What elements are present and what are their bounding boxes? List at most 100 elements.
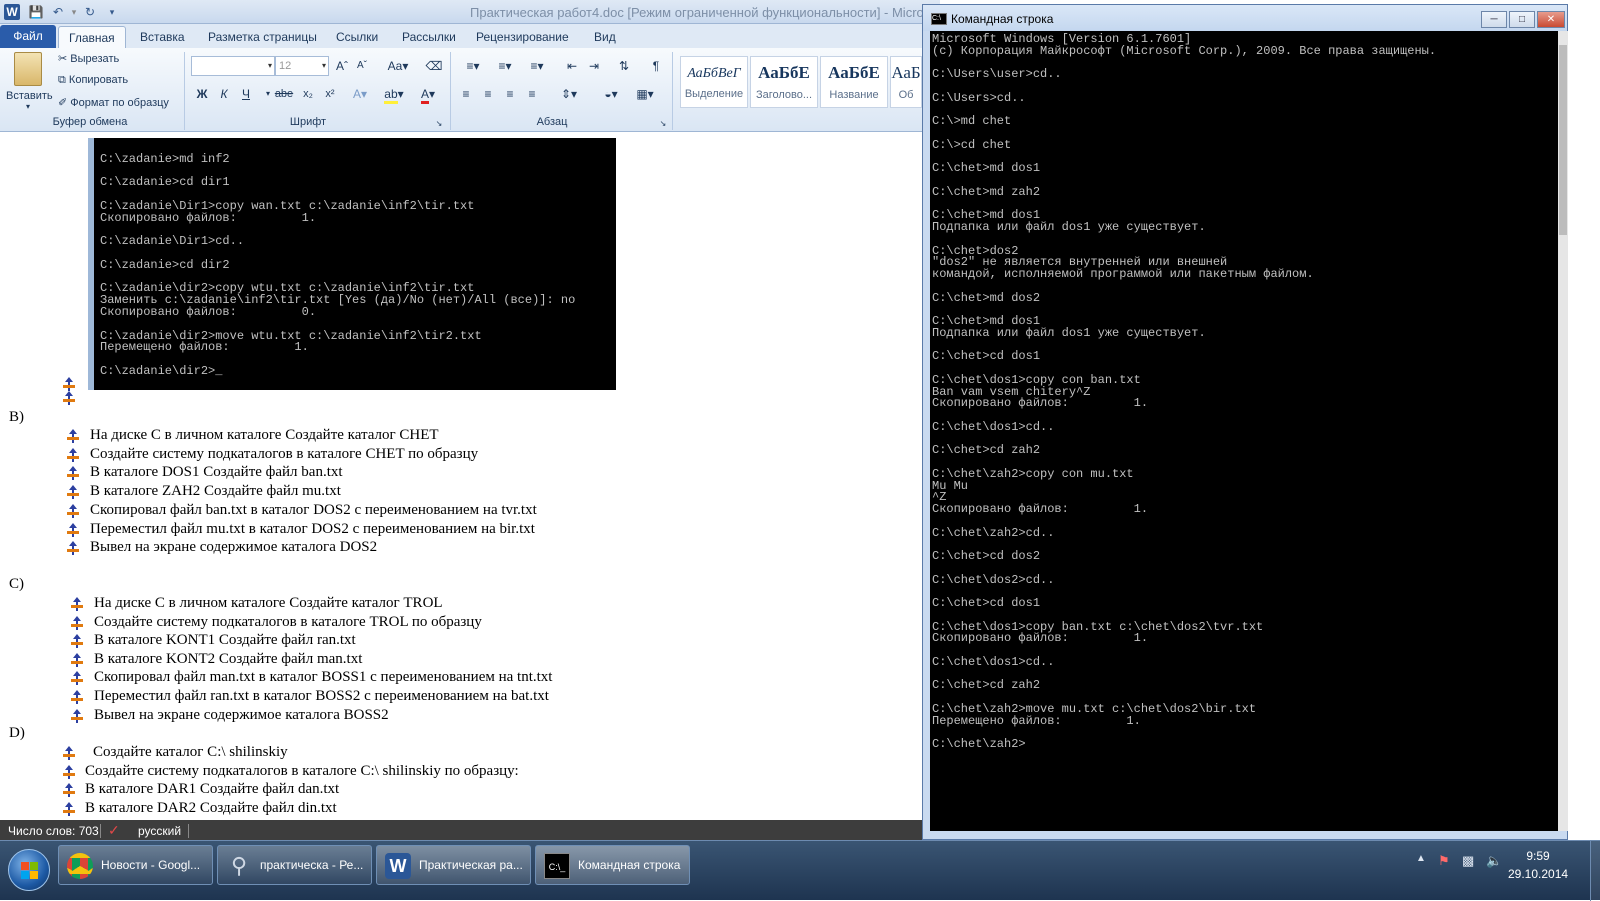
multilevel-list-button[interactable]: ≡▾: [522, 56, 552, 76]
superscript-button[interactable]: x²: [320, 84, 340, 104]
font-name-combo[interactable]: ▾: [191, 56, 275, 76]
tab-review[interactable]: Рецензирование: [466, 26, 579, 48]
style-subtitle[interactable]: АаБ Об: [890, 56, 922, 108]
maximize-button[interactable]: □: [1509, 11, 1535, 28]
group-separator: [450, 52, 451, 130]
copy-button[interactable]: ⧉ Копировать: [58, 74, 128, 87]
show-marks-button[interactable]: ¶: [646, 56, 666, 76]
list-item: В каталоге DOS1 Создайте файл ban.txt: [90, 464, 343, 481]
close-button[interactable]: ✕: [1537, 11, 1565, 28]
paragraph-dialog-launcher-icon[interactable]: ↘: [656, 114, 670, 134]
text-effects-button[interactable]: A▾: [350, 84, 370, 104]
action-center-icon[interactable]: ⚑: [1438, 853, 1450, 869]
italic-button[interactable]: К: [214, 84, 234, 104]
font-color-button[interactable]: A▾: [414, 84, 442, 104]
cmd-console[interactable]: Microsoft Windows [Version 6.1.7601] (c)…: [930, 31, 1558, 831]
group-separator: [672, 52, 673, 130]
line-spacing-button[interactable]: ⇕▾: [554, 84, 584, 104]
font-color-icon: A: [420, 87, 429, 104]
scrollbar-thumb[interactable]: [1559, 45, 1567, 235]
tab-mailings[interactable]: Рассылки: [392, 26, 466, 48]
volume-icon[interactable]: 🔈: [1486, 853, 1502, 869]
redo-icon[interactable]: ↻: [82, 4, 98, 20]
clear-formatting-icon[interactable]: ⌫: [424, 56, 444, 76]
font-dialog-launcher-icon[interactable]: ↘: [432, 114, 446, 134]
highlight-button[interactable]: ab▾: [380, 84, 408, 104]
minimize-button[interactable]: ─: [1481, 11, 1507, 28]
format-painter-button[interactable]: ✐ Формат по образцу: [58, 96, 169, 109]
clock[interactable]: 9:59 29.10.2014: [1508, 849, 1568, 881]
ribbon: Вставить ▾ ✂ Вырезать ⧉ Копировать ✐ Фор…: [0, 48, 940, 132]
justify-button[interactable]: ≡: [522, 84, 542, 104]
underline-button[interactable]: Ч: [236, 84, 256, 104]
cmd-title-bar[interactable]: C:\ Командная строка ─ □ ✕: [923, 5, 1567, 31]
language-indicator[interactable]: русский: [138, 824, 181, 838]
taskbar-button-chrome[interactable]: Новости - Googl...: [58, 845, 213, 885]
cmd-icon[interactable]: C:\: [931, 13, 947, 25]
bullet-icon: [62, 783, 76, 798]
bold-button[interactable]: Ж: [192, 84, 212, 104]
tab-references[interactable]: Ссылки: [326, 26, 388, 48]
numbering-button[interactable]: ≡▾: [490, 56, 520, 76]
tab-home[interactable]: Главная: [58, 26, 126, 48]
shrink-font-button[interactable]: Aˇ: [352, 56, 372, 76]
undo-icon[interactable]: ↶: [50, 4, 66, 20]
borders-button[interactable]: ▦▾: [630, 84, 660, 104]
tab-view[interactable]: Вид: [584, 26, 626, 48]
decrease-indent-button[interactable]: ⇤: [562, 56, 582, 76]
tab-insert[interactable]: Вставка: [130, 26, 195, 48]
list-item: Создайте систему подкаталогов в каталоге…: [90, 445, 479, 462]
font-size-combo[interactable]: 12 ▾: [275, 56, 329, 76]
embedded-console-screenshot: C:\zadanie\dir2>cd.. C:\zadanie>md inf2 …: [88, 138, 616, 390]
group-separator: [184, 52, 185, 130]
align-right-button[interactable]: ≡: [500, 84, 520, 104]
show-desktop-button[interactable]: [1590, 841, 1600, 901]
list-item: В каталоге DAR1 Создайте файл dan.txt: [85, 781, 340, 798]
taskbar-button-word[interactable]: W Практическая ра...: [376, 845, 531, 885]
cmd-window: C:\ Командная строка ─ □ ✕ ✕ Microsoft W…: [922, 4, 1568, 840]
word-count[interactable]: Число слов: 703: [8, 824, 99, 838]
start-button[interactable]: [8, 849, 50, 891]
shading-button[interactable]: ◒▾: [596, 84, 626, 104]
save-icon[interactable]: 💾: [28, 4, 44, 20]
align-center-button[interactable]: ≡: [478, 84, 498, 104]
style-heading[interactable]: АаБбЕ Заголово...: [750, 56, 818, 108]
align-left-button[interactable]: ≡: [456, 84, 476, 104]
bullet-icon: [62, 746, 76, 760]
tab-page-layout[interactable]: Разметка страницы: [198, 26, 327, 48]
style-sample: АаБ: [891, 63, 921, 82]
show-hidden-icons-icon[interactable]: ▲: [1416, 853, 1426, 864]
tab-file[interactable]: Файл: [0, 25, 56, 48]
taskbar-button-search[interactable]: ⚲ практическа - Ре...: [217, 845, 372, 885]
status-divider: [188, 824, 189, 838]
sort-button[interactable]: ⇅: [614, 56, 634, 76]
paste-button[interactable]: Вставить ▾: [6, 50, 53, 112]
undo-dropdown-icon[interactable]: ▾: [66, 4, 82, 20]
spelling-check-icon[interactable]: ✓: [108, 822, 120, 839]
increase-indent-button[interactable]: ⇥: [584, 56, 604, 76]
style-title[interactable]: АаБбЕ Название: [820, 56, 888, 108]
section-c-label: C): [9, 576, 24, 592]
list-item: В каталоге KONT1 Создайте файл ran.txt: [94, 632, 356, 649]
grow-font-button[interactable]: Aˆ: [332, 56, 352, 76]
bullet-icon: [70, 690, 84, 704]
cmd-vertical-scrollbar[interactable]: [1558, 31, 1568, 831]
subscript-button[interactable]: x₂: [298, 84, 318, 104]
taskbar-button-cmd[interactable]: C:\_ Командная строка: [535, 845, 690, 885]
change-case-button[interactable]: Aa▾: [384, 56, 412, 76]
network-icon[interactable]: ▩: [1462, 853, 1474, 869]
cmd-window-title: Командная строка: [951, 12, 1054, 26]
cmd-icon: C:\_: [544, 853, 570, 879]
list-item: На диске С в личном каталоге Создайте ка…: [94, 595, 443, 611]
strikethrough-button[interactable]: abe: [274, 84, 294, 104]
cut-button[interactable]: ✂ Вырезать: [58, 52, 119, 65]
taskbar-button-label: Практическая ра...: [419, 858, 523, 872]
bullets-button[interactable]: ≡▾: [458, 56, 488, 76]
document-area[interactable]: C:\zadanie\dir2>cd.. C:\zadanie>md inf2 …: [0, 132, 922, 820]
bullet-icon: [70, 634, 84, 649]
qat-customize-icon[interactable]: ▾: [104, 4, 120, 20]
word-app-icon[interactable]: W: [4, 4, 20, 20]
style-emphasis[interactable]: АаБбВеГ Выделение: [680, 56, 748, 108]
highlight-icon: ab: [384, 87, 398, 104]
list-item: Создайте систему подкаталогов в каталоге…: [85, 762, 519, 779]
